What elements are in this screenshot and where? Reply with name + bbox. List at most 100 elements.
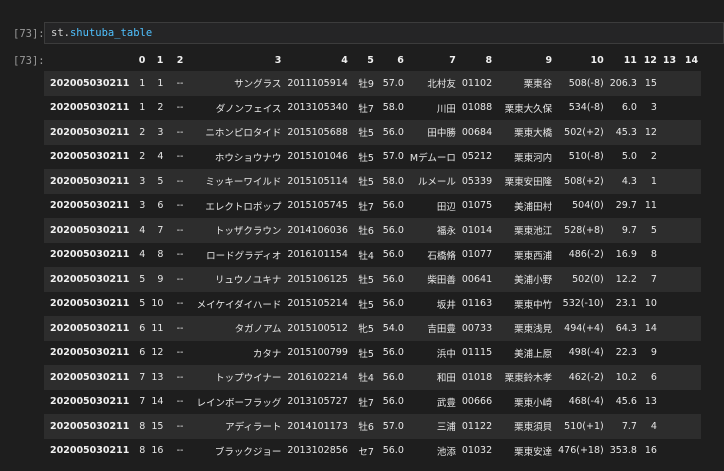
column-header: 3: [274, 54, 282, 66]
table-cell: 2: [132, 144, 149, 169]
row-index-cell: 202005030211: [44, 267, 133, 292]
table-cell: 2013105727: [284, 389, 351, 414]
table-header-row: 0 1 2 3 4 5 6 7 8 9 10 11 12 13 14: [44, 49, 701, 71]
column-header: 11: [623, 54, 637, 66]
table-cell: 57.0: [376, 144, 407, 169]
table-cell: --: [166, 365, 187, 390]
row-index-cell: 202005030211: [44, 218, 133, 243]
table-cell: 498(-4): [555, 340, 607, 365]
table-cell: 56.0: [376, 120, 407, 145]
row-index-cell: 202005030211: [44, 414, 133, 439]
table-cell: レインボーフラッグ: [186, 389, 285, 414]
table-cell: 6.0: [606, 95, 640, 120]
table-cell: 1: [639, 169, 660, 194]
table-cell: 5: [132, 267, 149, 292]
table-cell: 1: [148, 71, 167, 96]
table-cell: --: [166, 340, 187, 365]
table-cell: 508(-8): [555, 71, 607, 96]
table-cell: [659, 291, 680, 316]
table-cell: ルメール: [406, 169, 459, 194]
code-input-box[interactable]: st.shutuba_table: [44, 22, 724, 44]
table-cell: リュウノユキナ: [186, 267, 285, 292]
table-cell: 12: [148, 340, 167, 365]
table-cell: [679, 95, 702, 120]
row-index-cell: 202005030211: [44, 169, 133, 194]
table-cell: 7: [639, 267, 660, 292]
column-header: 4: [341, 54, 348, 66]
row-index-cell: 202005030211: [44, 242, 133, 267]
dataframe-table: 0 1 2 3 4 5 6 7 8 9 10 11 12 13 14 202005030211 1 1 -- サング…: [44, 49, 702, 463]
table-cell: 528(+8): [555, 218, 607, 243]
table-cell: [659, 193, 680, 218]
table-cell: 6: [132, 340, 149, 365]
table-cell: [659, 389, 680, 414]
table-cell: 5.0: [606, 144, 640, 169]
table-cell: [659, 365, 680, 390]
table-cell: ホウショウナウ: [186, 144, 285, 169]
table-cell: 486(-2): [555, 242, 607, 267]
column-header: 14: [684, 54, 699, 66]
table-cell: 和田: [406, 365, 459, 390]
table-cell: 502(+2): [555, 120, 607, 145]
table-cell: --: [166, 267, 187, 292]
table-cell: 4.3: [606, 169, 640, 194]
table-cell: 柴田善: [406, 267, 459, 292]
table-cell: 56.0: [376, 291, 407, 316]
table-cell: ミッキーワイルド: [186, 169, 285, 194]
table-cell: [679, 365, 702, 390]
table-cell: 2014101173: [284, 414, 351, 439]
table-cell: --: [166, 71, 187, 96]
table-cell: 3: [132, 193, 149, 218]
table-cell: メイケイダイハード: [186, 291, 285, 316]
table-cell: 56.0: [376, 389, 407, 414]
table-cell: 57.0: [376, 414, 407, 439]
table-cell: 54.0: [376, 316, 407, 341]
table-cell: 栗東中竹: [495, 291, 556, 316]
table-cell: [659, 95, 680, 120]
table-cell: 45.6: [606, 389, 640, 414]
table-cell: 01102: [458, 71, 496, 96]
table-cell: --: [166, 169, 187, 194]
table-cell: [679, 71, 702, 96]
table-cell: [679, 267, 702, 292]
table-cell: 502(0): [555, 267, 607, 292]
table-cell: [659, 120, 680, 145]
table-cell: [659, 414, 680, 439]
table-cell: 牡5: [350, 291, 377, 316]
table-cell: 牡5: [350, 169, 377, 194]
table-cell: 56.0: [376, 340, 407, 365]
table-cell: 56.0: [376, 267, 407, 292]
table-cell: トッザクラウン: [186, 218, 285, 243]
table-cell: 00666: [458, 389, 496, 414]
table-cell: 2011105914: [284, 71, 351, 96]
column-header: [44, 49, 132, 71]
table-cell: 01077: [458, 242, 496, 267]
row-index-cell: 202005030211: [44, 120, 133, 145]
table-cell: 13: [148, 365, 167, 390]
table-cell: 栗東安田隆: [495, 169, 556, 194]
table-cell: 01115: [458, 340, 496, 365]
table-cell: 56.0: [376, 242, 407, 267]
table-cell: 12: [639, 120, 660, 145]
table-cell: 2015106125: [284, 267, 351, 292]
table-cell: 栗東大久保: [495, 95, 556, 120]
table-cell: 牡5: [350, 267, 377, 292]
table-cell: [679, 120, 702, 145]
table-row: 202005030211 4 8 -- ロードグラディオ 2016101154 牡4 56.0…: [44, 242, 702, 267]
table-cell: 10.2: [606, 365, 640, 390]
table-cell: 2013102856: [284, 438, 351, 463]
table-cell: 北村友: [406, 71, 459, 96]
column-header: 6: [397, 54, 404, 66]
row-index-cell: 202005030211: [44, 193, 133, 218]
table-cell: 2013105340: [284, 95, 351, 120]
table-cell: 2015101046: [284, 144, 351, 169]
table-cell: 牡7: [350, 193, 377, 218]
table-cell: ダノンフェイス: [186, 95, 285, 120]
input-prompt: [73]:: [13, 28, 45, 40]
table-cell: [659, 71, 680, 96]
table-cell: 栗東谷: [495, 71, 556, 96]
table-cell: 石橋脩: [406, 242, 459, 267]
table-cell: [679, 169, 702, 194]
table-cell: 三浦: [406, 414, 459, 439]
code-line[interactable]: st.shutuba_table: [51, 27, 152, 39]
